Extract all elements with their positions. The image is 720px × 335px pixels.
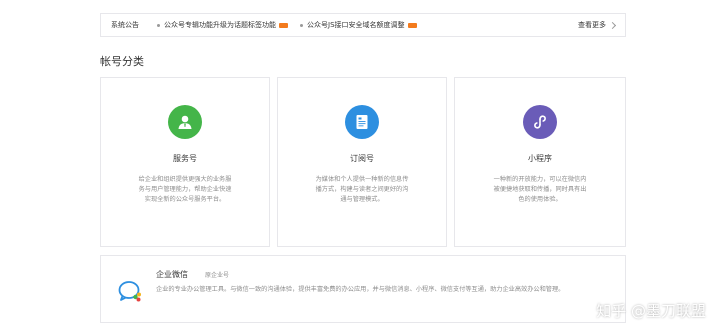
- bullet-icon: [157, 23, 160, 27]
- view-more-link[interactable]: 查看更多: [578, 20, 617, 30]
- new-badge-icon: [407, 22, 417, 28]
- new-badge-icon: [279, 22, 288, 28]
- card-name: 服务号: [173, 154, 197, 163]
- card-description: 为媒体和个人提供一种新的信息传播方式，构建与读者之间更好的沟通与管理模式。: [315, 176, 409, 203]
- notice-item[interactable]: 公众号专辑功能升级为话题标签功能: [157, 20, 288, 30]
- notice-item[interactable]: 公众号JS接口安全域名额度调整: [300, 20, 417, 30]
- card-mini-program[interactable]: 小程序 一种新的开放能力，可以在微信内被便捷地获取和传播，同时具有出色的使用体验…: [454, 77, 626, 247]
- wework-description: 企业的专业办公管理工具。与微信一致的沟通体验，提供丰富免费的办公应用，并与微信消…: [156, 286, 565, 293]
- card-description: 给企业和组织提供更强大的业务服务与用户管理能力，帮助企业快速实现全新的公众号服务…: [138, 176, 232, 203]
- wework-icon: [117, 278, 143, 304]
- card-name: 小程序: [528, 154, 552, 163]
- user-card-icon: [168, 105, 202, 139]
- system-notice-bar: 系统公告 公众号专辑功能升级为话题标签功能 公众号JS接口安全域名额度调整 查看…: [100, 13, 626, 37]
- notice-link[interactable]: 公众号JS接口安全域名额度调整: [307, 20, 405, 30]
- watermark-text: 知乎 @墨刀联盟: [596, 302, 706, 320]
- card-wework[interactable]: 企业微信 原企业号 企业的专业办公管理工具。与微信一致的沟通体验，提供丰富免费的…: [100, 255, 626, 323]
- card-service-account[interactable]: 服务号 给企业和组织提供更强大的业务服务与用户管理能力，帮助企业快速实现全新的公…: [100, 77, 270, 247]
- card-name: 订阅号: [350, 154, 374, 163]
- wework-tag: 原企业号: [205, 272, 230, 279]
- notice-link[interactable]: 公众号专辑功能升级为话题标签功能: [164, 20, 276, 30]
- bullet-icon: [300, 23, 303, 27]
- card-description: 一种新的开放能力，可以在微信内被便捷地获取和传播，同时具有出色的使用体验。: [493, 176, 587, 203]
- wework-name: 企业微信: [156, 270, 188, 279]
- notice-title: 系统公告: [111, 21, 139, 29]
- document-icon: [345, 105, 379, 139]
- view-more-label[interactable]: 查看更多: [578, 20, 606, 30]
- chevron-right-icon: [608, 21, 617, 29]
- miniprogram-icon: [523, 105, 557, 139]
- section-title: 帐号分类: [100, 55, 144, 68]
- card-subscription-account[interactable]: 订阅号 为媒体和个人提供一种新的信息传播方式，构建与读者之间更好的沟通与管理模式…: [277, 77, 447, 247]
